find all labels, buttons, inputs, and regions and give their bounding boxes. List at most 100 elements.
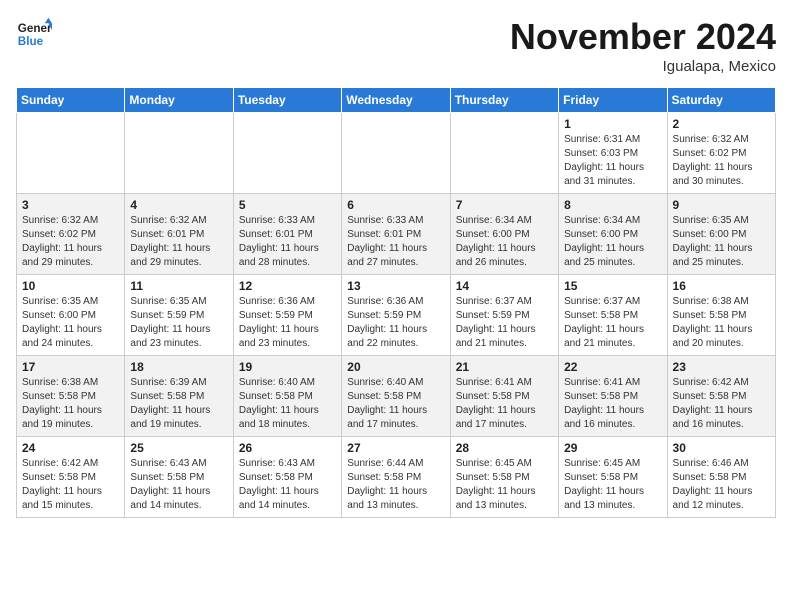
week-row-1: 1 Sunrise: 6:31 AMSunset: 6:03 PMDaylight… <box>17 113 776 194</box>
calendar-cell <box>17 113 125 194</box>
day-info: Sunrise: 6:33 AMSunset: 6:01 PMDaylight:… <box>347 214 444 270</box>
day-info: Sunrise: 6:42 AMSunset: 5:58 PMDaylight:… <box>22 457 119 513</box>
day-info: Sunrise: 6:45 AMSunset: 5:58 PMDaylight:… <box>456 457 553 513</box>
svg-text:General: General <box>18 22 52 35</box>
weekday-header-thursday: Thursday <box>450 88 558 113</box>
day-info: Sunrise: 6:38 AMSunset: 5:58 PMDaylight:… <box>22 376 119 432</box>
day-number: 4 <box>130 198 227 212</box>
day-number: 28 <box>456 441 553 455</box>
calendar-cell: 23 Sunrise: 6:42 AMSunset: 5:58 PMDayligh… <box>667 356 775 437</box>
calendar-cell: 10Sunrise: 6:35 AMSunset: 6:00 PMDayligh… <box>17 275 125 356</box>
calendar-cell: 14Sunrise: 6:37 AMSunset: 5:59 PMDayligh… <box>450 275 558 356</box>
calendar-cell <box>450 113 558 194</box>
day-info: Sunrise: 6:41 AMSunset: 5:58 PMDaylight:… <box>564 376 661 432</box>
calendar-cell: 22Sunrise: 6:41 AMSunset: 5:58 PMDayligh… <box>559 356 667 437</box>
calendar-cell <box>342 113 450 194</box>
calendar-cell: 4Sunrise: 6:32 AMSunset: 6:01 PMDaylight… <box>125 194 233 275</box>
calendar-cell: 3 Sunrise: 6:32 AMSunset: 6:02 PMDaylight… <box>17 194 125 275</box>
calendar-cell: 13 Sunrise: 6:36 AMSunset: 5:59 PMDayligh… <box>342 275 450 356</box>
logo-icon: General Blue <box>16 16 52 52</box>
calendar-cell <box>125 113 233 194</box>
day-info: Sunrise: 6:46 AMSunset: 5:58 PMDaylight:… <box>673 457 770 513</box>
day-number: 26 <box>239 441 336 455</box>
day-info: Sunrise: 6:35 AMSunset: 6:00 PMDaylight:… <box>22 295 119 351</box>
weekday-header-friday: Friday <box>559 88 667 113</box>
calendar-cell: 25 Sunrise: 6:43 AMSunset: 5:58 PMDayligh… <box>125 437 233 518</box>
calendar-cell: 7 Sunrise: 6:34 AMSunset: 6:00 PMDaylight… <box>450 194 558 275</box>
calendar-cell: 20Sunrise: 6:40 AMSunset: 5:58 PMDayligh… <box>342 356 450 437</box>
calendar-cell <box>233 113 341 194</box>
calendar-table: SundayMondayTuesdayWednesdayThursdayFrid… <box>16 87 776 518</box>
calendar-cell: 1 Sunrise: 6:31 AMSunset: 6:03 PMDaylight… <box>559 113 667 194</box>
week-row-2: 3 Sunrise: 6:32 AMSunset: 6:02 PMDaylight… <box>17 194 776 275</box>
weekday-header-row: SundayMondayTuesdayWednesdayThursdayFrid… <box>17 88 776 113</box>
day-number: 18 <box>130 360 227 374</box>
day-number: 6 <box>347 198 444 212</box>
day-info: Sunrise: 6:42 AMSunset: 5:58 PMDaylight:… <box>673 376 770 432</box>
day-info: Sunrise: 6:37 AMSunset: 5:58 PMDaylight:… <box>564 295 661 351</box>
weekday-header-wednesday: Wednesday <box>342 88 450 113</box>
calendar-body: 1 Sunrise: 6:31 AMSunset: 6:03 PMDaylight… <box>17 113 776 518</box>
day-info: Sunrise: 6:31 AMSunset: 6:03 PMDaylight:… <box>564 133 661 189</box>
calendar-cell: 24 Sunrise: 6:42 AMSunset: 5:58 PMDayligh… <box>17 437 125 518</box>
day-info: Sunrise: 6:41 AMSunset: 5:58 PMDaylight:… <box>456 376 553 432</box>
day-info: Sunrise: 6:44 AMSunset: 5:58 PMDaylight:… <box>347 457 444 513</box>
calendar-cell: 9 Sunrise: 6:35 AMSunset: 6:00 PMDaylight… <box>667 194 775 275</box>
week-row-4: 17 Sunrise: 6:38 AMSunset: 5:58 PMDayligh… <box>17 356 776 437</box>
day-number: 21 <box>456 360 553 374</box>
calendar-cell: 6 Sunrise: 6:33 AMSunset: 6:01 PMDaylight… <box>342 194 450 275</box>
day-info: Sunrise: 6:34 AMSunset: 6:00 PMDaylight:… <box>456 214 553 270</box>
calendar-cell: 19 Sunrise: 6:40 AMSunset: 5:58 PMDayligh… <box>233 356 341 437</box>
calendar-title: November 2024 <box>510 16 776 58</box>
day-info: Sunrise: 6:35 AMSunset: 5:59 PMDaylight:… <box>130 295 227 351</box>
calendar-cell: 8 Sunrise: 6:34 AMSunset: 6:00 PMDaylight… <box>559 194 667 275</box>
day-number: 11 <box>130 279 227 293</box>
day-info: Sunrise: 6:45 AMSunset: 5:58 PMDaylight:… <box>564 457 661 513</box>
day-number: 3 <box>22 198 119 212</box>
calendar-cell: 28 Sunrise: 6:45 AMSunset: 5:58 PMDayligh… <box>450 437 558 518</box>
weekday-header-tuesday: Tuesday <box>233 88 341 113</box>
day-info: Sunrise: 6:43 AMSunset: 5:58 PMDaylight:… <box>239 457 336 513</box>
day-info: Sunrise: 6:36 AMSunset: 5:59 PMDaylight:… <box>347 295 444 351</box>
calendar-cell: 11 Sunrise: 6:35 AMSunset: 5:59 PMDayligh… <box>125 275 233 356</box>
day-number: 30 <box>673 441 770 455</box>
day-number: 29 <box>564 441 661 455</box>
day-number: 15 <box>564 279 661 293</box>
day-info: Sunrise: 6:38 AMSunset: 5:58 PMDaylight:… <box>673 295 770 351</box>
weekday-header-saturday: Saturday <box>667 88 775 113</box>
day-info: Sunrise: 6:35 AMSunset: 6:00 PMDaylight:… <box>673 214 770 270</box>
weekday-header-monday: Monday <box>125 88 233 113</box>
weekday-header-sunday: Sunday <box>17 88 125 113</box>
calendar-cell: 27Sunrise: 6:44 AMSunset: 5:58 PMDayligh… <box>342 437 450 518</box>
calendar-cell: 30 Sunrise: 6:46 AMSunset: 5:58 PMDayligh… <box>667 437 775 518</box>
calendar-subtitle: Igualapa, Mexico <box>510 58 776 75</box>
day-number: 23 <box>673 360 770 374</box>
header: General Blue November 2024 Igualapa, Mex… <box>16 16 776 75</box>
day-number: 2 <box>673 117 770 131</box>
day-info: Sunrise: 6:43 AMSunset: 5:58 PMDaylight:… <box>130 457 227 513</box>
day-info: Sunrise: 6:40 AMSunset: 5:58 PMDaylight:… <box>347 376 444 432</box>
day-number: 7 <box>456 198 553 212</box>
day-number: 9 <box>673 198 770 212</box>
day-number: 8 <box>564 198 661 212</box>
day-info: Sunrise: 6:39 AMSunset: 5:58 PMDaylight:… <box>130 376 227 432</box>
day-info: Sunrise: 6:34 AMSunset: 6:00 PMDaylight:… <box>564 214 661 270</box>
day-info: Sunrise: 6:33 AMSunset: 6:01 PMDaylight:… <box>239 214 336 270</box>
day-number: 1 <box>564 117 661 131</box>
day-number: 19 <box>239 360 336 374</box>
calendar-cell: 26 Sunrise: 6:43 AMSunset: 5:58 PMDayligh… <box>233 437 341 518</box>
day-number: 25 <box>130 441 227 455</box>
calendar-cell: 12Sunrise: 6:36 AMSunset: 5:59 PMDayligh… <box>233 275 341 356</box>
day-info: Sunrise: 6:32 AMSunset: 6:02 PMDaylight:… <box>22 214 119 270</box>
svg-text:Blue: Blue <box>18 35 44 48</box>
calendar-cell: 21 Sunrise: 6:41 AMSunset: 5:58 PMDayligh… <box>450 356 558 437</box>
calendar-cell: 2Sunrise: 6:32 AMSunset: 6:02 PMDaylight… <box>667 113 775 194</box>
day-info: Sunrise: 6:40 AMSunset: 5:58 PMDaylight:… <box>239 376 336 432</box>
title-block: November 2024 Igualapa, Mexico <box>510 16 776 75</box>
day-number: 14 <box>456 279 553 293</box>
day-number: 24 <box>22 441 119 455</box>
day-number: 17 <box>22 360 119 374</box>
calendar-cell: 29 Sunrise: 6:45 AMSunset: 5:58 PMDayligh… <box>559 437 667 518</box>
calendar-cell: 15 Sunrise: 6:37 AMSunset: 5:58 PMDayligh… <box>559 275 667 356</box>
day-number: 13 <box>347 279 444 293</box>
